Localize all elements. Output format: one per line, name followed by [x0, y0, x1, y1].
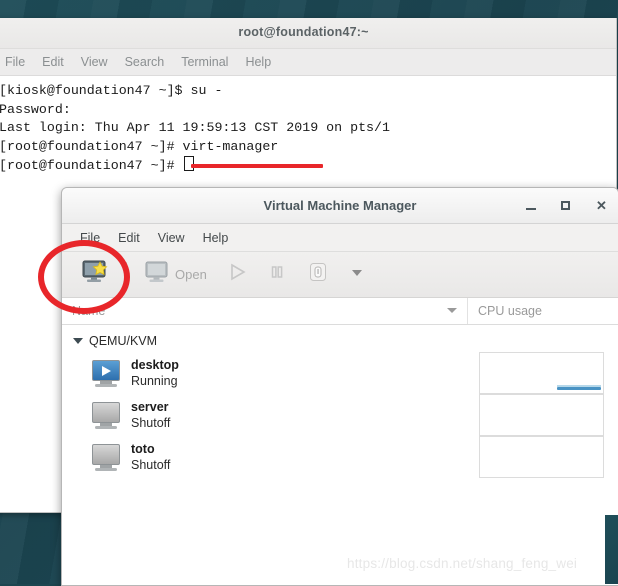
vm-shutoff-icon — [90, 443, 122, 471]
open-button[interactable]: Open — [139, 258, 213, 291]
vm-state: Shutoff — [131, 457, 171, 472]
new-vm-button[interactable] — [76, 257, 114, 292]
chevron-down-icon — [349, 264, 365, 285]
desktop-right-strip — [605, 515, 618, 584]
terminal-line: Password: — [0, 101, 71, 117]
terminal-line: [kiosk@foundation47 ~]$ su - — [0, 83, 223, 98]
shutdown-button[interactable] — [301, 258, 335, 291]
column-header-name[interactable]: Name — [62, 298, 468, 324]
vmm-menubar: File Edit View Help — [62, 224, 618, 252]
vm-cpu-usage-graph — [479, 436, 604, 478]
close-icon[interactable]: ✕ — [595, 199, 608, 212]
terminal-menu-terminal[interactable]: Terminal — [181, 55, 228, 69]
maximize-icon[interactable] — [560, 199, 573, 212]
terminal-titlebar[interactable]: root@foundation47:~ — [0, 18, 616, 49]
toolbar-dropdown-button[interactable] — [343, 261, 371, 288]
column-header-name-label: Name — [72, 304, 106, 318]
vm-running-icon — [90, 359, 122, 387]
vm-list-item[interactable]: desktop Running — [62, 352, 618, 394]
virtual-machine-manager-window: Virtual Machine Manager ✕ File Edit View… — [61, 187, 618, 586]
terminal-menu-file[interactable]: File — [5, 55, 25, 69]
vmm-window-controls: ✕ — [525, 188, 608, 223]
vmm-menu-view[interactable]: View — [158, 231, 185, 245]
terminal-output[interactable]: [kiosk@foundation47 ~]$ su - Password: L… — [0, 76, 616, 176]
vm-item-text: toto Shutoff — [131, 442, 479, 473]
vm-list: QEMU/KVM desktop Running server Shutoff … — [62, 325, 618, 478]
vm-list-item[interactable]: server Shutoff — [62, 394, 618, 436]
terminal-menu-view[interactable]: View — [81, 55, 108, 69]
terminal-prompt-text: [root@foundation47 ~]# — [0, 158, 183, 173]
open-button-label: Open — [175, 267, 207, 282]
vm-list-item[interactable]: toto Shutoff — [62, 436, 618, 478]
vm-name: server — [131, 399, 169, 414]
vmm-menu-edit[interactable]: Edit — [118, 231, 140, 245]
run-button[interactable] — [221, 259, 253, 290]
cpu-sparkline — [557, 387, 601, 390]
vmm-titlebar[interactable]: Virtual Machine Manager ✕ — [62, 188, 618, 224]
vm-cpu-usage-graph — [479, 352, 604, 394]
vm-list-column-headers: Name CPU usage — [62, 298, 618, 325]
toolbar-separator — [126, 261, 127, 288]
expander-triangle-icon[interactable] — [73, 338, 83, 344]
column-header-cpu-usage[interactable]: CPU usage — [468, 298, 618, 324]
column-header-cpu-usage-label: CPU usage — [478, 304, 542, 318]
vm-item-text: server Shutoff — [131, 400, 479, 431]
connection-label: QEMU/KVM — [89, 334, 158, 348]
vmm-menu-help[interactable]: Help — [203, 231, 229, 245]
play-icon — [227, 262, 247, 287]
vm-item-text: desktop Running — [131, 358, 479, 389]
power-icon — [307, 261, 329, 288]
terminal-line: [root@foundation47 ~]# virt-manager — [0, 138, 279, 154]
vm-state: Shutoff — [131, 415, 171, 430]
connection-row-qemu-kvm[interactable]: QEMU/KVM — [62, 331, 618, 351]
terminal-menu-edit[interactable]: Edit — [42, 55, 64, 69]
sort-descending-icon[interactable] — [447, 308, 457, 313]
terminal-menu-search[interactable]: Search — [125, 55, 165, 69]
terminal-menubar: File Edit View Search Terminal Help — [0, 49, 616, 76]
terminal-menu-help[interactable]: Help — [245, 55, 271, 69]
command-underline-annotation — [191, 164, 323, 168]
vm-cpu-usage-graph — [479, 394, 604, 436]
terminal-title: root@foundation47:~ — [238, 25, 369, 39]
pause-button[interactable] — [261, 259, 293, 290]
vm-state: Running — [131, 373, 178, 388]
terminal-line: Last login: Thu Apr 11 19:59:13 CST 2019… — [0, 120, 390, 135]
minimize-icon[interactable] — [525, 199, 538, 212]
vm-name: toto — [131, 441, 155, 456]
new-vm-icon — [82, 260, 108, 289]
vmm-menu-file[interactable]: File — [80, 231, 100, 245]
pause-icon — [267, 262, 287, 287]
monitor-icon — [145, 261, 169, 288]
vm-shutoff-icon — [90, 401, 122, 429]
vmm-toolbar: Open — [62, 252, 618, 298]
vm-name: desktop — [131, 357, 179, 372]
watermark-text: https://blog.csdn.net/shang_feng_wei — [347, 556, 578, 571]
